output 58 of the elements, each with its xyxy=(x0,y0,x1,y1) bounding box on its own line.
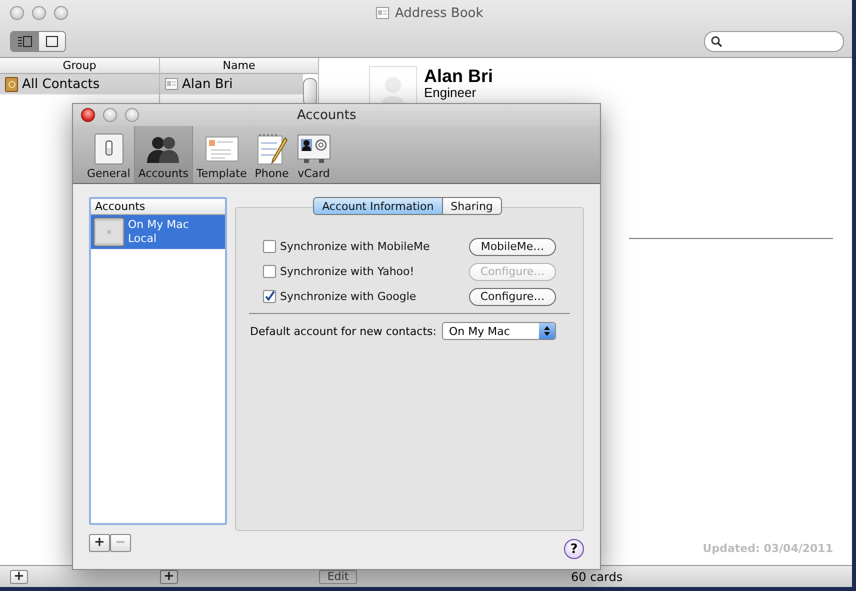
account-item[interactable]: On My Mac Local xyxy=(91,215,225,249)
search-field[interactable] xyxy=(704,30,844,52)
account-popup[interactable]: On My Mac xyxy=(442,322,556,340)
preference-tab[interactable]: Template xyxy=(192,126,251,183)
help-button[interactable]: ? xyxy=(564,539,584,559)
contact-card-icon xyxy=(376,7,389,19)
close-button[interactable] xyxy=(81,108,95,122)
account-location: Local xyxy=(128,232,158,246)
preference-tab[interactable]: General xyxy=(83,126,134,183)
vcard-icon xyxy=(296,133,331,165)
group-name: All Contacts xyxy=(22,76,100,92)
configure-button[interactable]: MobileMe… xyxy=(469,238,556,256)
preference-tab[interactable]: Accounts xyxy=(134,126,193,183)
minimize-button[interactable] xyxy=(103,108,117,122)
address-book-icon xyxy=(5,76,18,92)
switch-icon xyxy=(92,133,126,165)
tab[interactable]: Sharing xyxy=(442,198,501,214)
zoom-button[interactable] xyxy=(125,108,139,122)
dialog-title: Accounts xyxy=(297,108,356,122)
default-account-label: Default account for new contacts: xyxy=(250,324,436,338)
search-icon xyxy=(711,36,722,46)
checkmark-icon xyxy=(264,291,275,302)
group-row[interactable]: All Contacts xyxy=(0,74,159,95)
checkbox[interactable] xyxy=(263,265,276,278)
sync-checkbox[interactable]: Synchronize with MobileMe xyxy=(263,240,430,253)
checkbox[interactable] xyxy=(263,240,276,253)
edit-button[interactable]: Edit xyxy=(319,570,357,584)
sync-checkbox[interactable]: Synchronize with Yahoo! xyxy=(263,265,414,278)
card-count: 60 cards xyxy=(571,570,623,584)
contact-row[interactable]: Alan Bri xyxy=(160,74,303,95)
account-name: On My Mac xyxy=(128,218,189,232)
checkbox[interactable] xyxy=(263,290,276,303)
tab[interactable]: Account Information xyxy=(314,198,442,214)
zoom-button[interactable] xyxy=(54,6,68,20)
add-account-button[interactable]: + xyxy=(89,534,110,552)
list-header: Accounts xyxy=(91,199,225,215)
window-title: Address Book xyxy=(395,6,484,20)
column-header[interactable]: Name xyxy=(160,58,318,74)
card-view-icon xyxy=(46,36,58,46)
preference-tab[interactable]: Phone xyxy=(250,126,293,183)
minimize-button[interactable] xyxy=(32,6,46,20)
job-title: Engineer xyxy=(424,86,478,100)
configure-button[interactable]: Configure… xyxy=(469,288,556,306)
add-contact-button[interactable]: + xyxy=(160,570,178,584)
close-button[interactable] xyxy=(10,6,24,20)
add-group-button[interactable]: + xyxy=(10,570,28,584)
updated-date: Updated: 03/04/2011 xyxy=(702,542,833,555)
columns-icon xyxy=(18,36,32,46)
notepad-icon xyxy=(254,133,289,165)
stepper-icon xyxy=(539,323,555,339)
sync-checkbox[interactable]: Synchronize with Google xyxy=(263,290,416,303)
contact-name: Alan Bri xyxy=(182,76,233,92)
column-header[interactable]: Group xyxy=(0,58,159,74)
contact-card-icon xyxy=(165,78,178,90)
preference-tab[interactable]: vCard xyxy=(292,126,335,183)
view-button[interactable] xyxy=(38,32,65,50)
contact-name: Alan Bri xyxy=(424,66,494,86)
computer-icon xyxy=(93,217,125,247)
